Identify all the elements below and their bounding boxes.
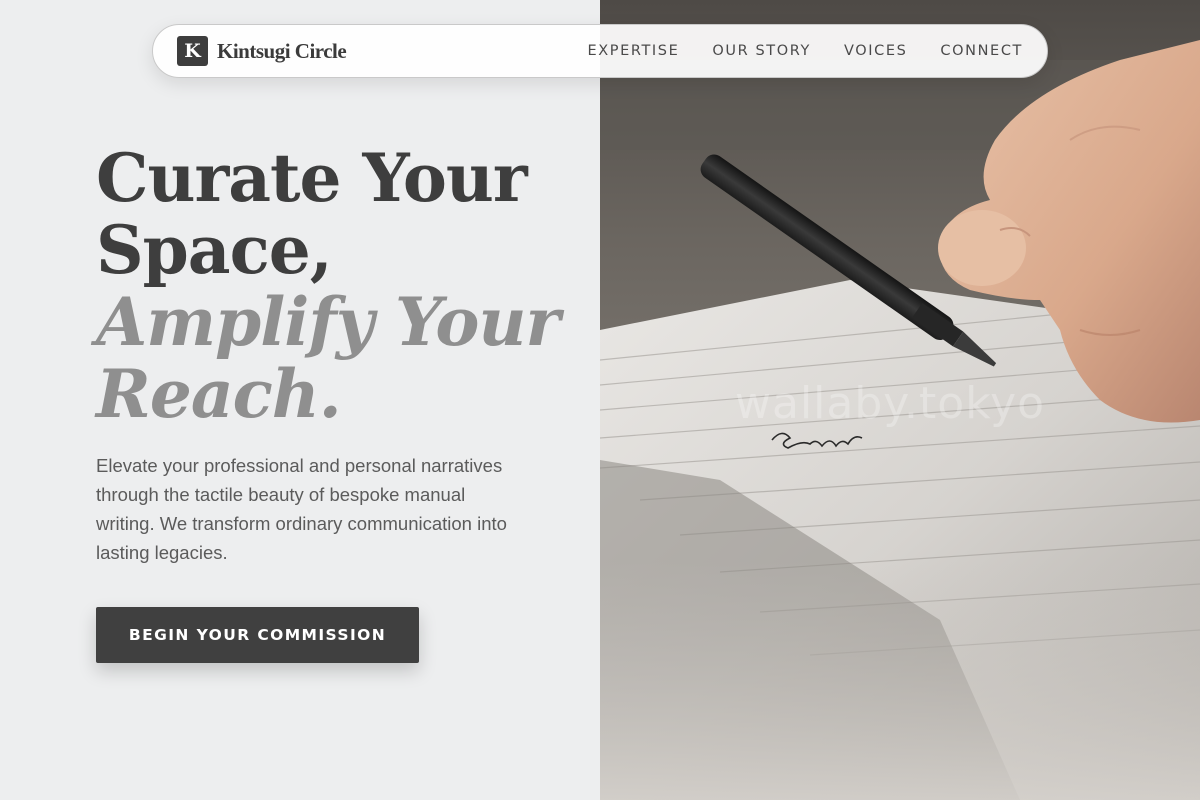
hero-heading-accent-line-2: Reach. bbox=[96, 355, 342, 433]
nav-link-our-story[interactable]: OUR STORY bbox=[712, 43, 811, 59]
hero-heading-line-1: Curate Your bbox=[96, 139, 528, 217]
brand-logo-link[interactable]: K Kintsugi Circle bbox=[177, 36, 347, 66]
hero-heading-line-2: Space, bbox=[96, 211, 333, 289]
top-navigation-bar: K Kintsugi Circle EXPERTISE OUR STORY VO… bbox=[152, 24, 1048, 78]
nav-links: EXPERTISE OUR STORY VOICES CONNECT bbox=[587, 43, 1023, 59]
brand-logo-icon: K bbox=[177, 36, 208, 66]
nav-link-voices[interactable]: VOICES bbox=[844, 43, 907, 59]
hero-description: Elevate your professional and personal n… bbox=[96, 455, 507, 563]
hero-heading: Curate Your Space, Amplify Your Reach. bbox=[96, 139, 560, 433]
landing-page: wallaby.tokyo K Kintsugi Circle EXPERTIS… bbox=[0, 0, 1200, 800]
nav-link-expertise[interactable]: EXPERTISE bbox=[587, 43, 679, 59]
hero-heading-accent-line-1: Amplify Your bbox=[96, 283, 560, 361]
watermark-text: wallaby.tokyo bbox=[735, 378, 1046, 429]
nav-link-connect[interactable]: CONNECT bbox=[940, 43, 1023, 59]
brand-name: Kintsugi Circle bbox=[217, 38, 347, 63]
begin-commission-button[interactable]: BEGIN YOUR COMMISSION bbox=[96, 607, 419, 663]
